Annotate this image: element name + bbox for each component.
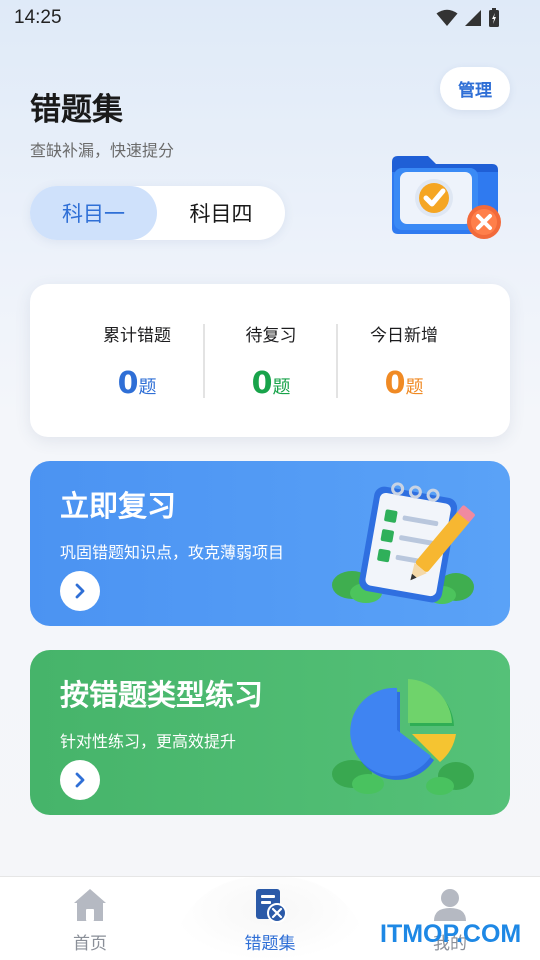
nav-item-wrong-questions[interactable]: 错题集 [180, 877, 360, 960]
card-description: 针对性练习，更高效提升 [60, 732, 237, 751]
tab-subject-four[interactable]: 科目四 [157, 186, 285, 240]
practice-by-type-card[interactable]: 按错题类型练习 针对性练习，更高效提升 [30, 650, 510, 815]
pie-chart-icon [332, 679, 474, 795]
home-icon [74, 889, 106, 921]
checklist-pencil-icon [332, 482, 475, 604]
stat-to-review: 待复习 0 题 [206, 284, 336, 437]
stat-divider [336, 324, 338, 398]
page-subtitle: 查缺补漏，快速提分 [30, 141, 175, 160]
wrong-questions-icon [256, 889, 287, 923]
tab-subject-one[interactable]: 科目一 [30, 186, 157, 240]
stat-label: 今日新增 [370, 326, 438, 346]
stat-number: 0 [251, 366, 273, 401]
stat-unit: 题 [405, 377, 424, 398]
page-title: 错题集 [30, 92, 123, 128]
stat-unit: 题 [138, 377, 157, 398]
review-now-button[interactable] [60, 571, 100, 611]
status-bar: 14:25 [0, 0, 540, 36]
subject-tabs: 科目一 科目四 [30, 186, 285, 240]
card-title: 立即复习 [60, 489, 177, 523]
stat-value: 0 题 [206, 366, 336, 401]
status-time: 14:25 [14, 7, 62, 28]
review-now-card[interactable]: 立即复习 巩固错题知识点，攻克薄弱项目 [30, 461, 510, 626]
stat-value: 0 题 [72, 366, 202, 401]
chevron-right-icon [75, 583, 85, 599]
watermark: ITMOP.COM [380, 920, 522, 948]
stat-number: 0 [384, 366, 406, 401]
stat-divider [203, 324, 205, 398]
card-description: 巩固错题知识点，攻克薄弱项目 [60, 543, 285, 562]
stats-card: 累计错题 0 题 待复习 0 题 今日新增 0 题 [30, 284, 510, 437]
folder-check-icon [392, 156, 501, 239]
stat-today-new: 今日新增 0 题 [339, 284, 469, 437]
stat-label: 待复习 [245, 326, 297, 346]
stat-total: 累计错题 0 题 [72, 284, 202, 437]
nav-label: 错题集 [244, 934, 296, 954]
signal-icon [465, 10, 481, 26]
status-icons [436, 8, 500, 28]
wifi-icon [436, 9, 458, 26]
battery-icon [489, 8, 499, 27]
user-icon [434, 889, 466, 921]
card-title: 按错题类型练习 [60, 678, 264, 712]
stat-number: 0 [117, 366, 139, 401]
stat-label: 累计错题 [103, 326, 171, 346]
nav-item-home[interactable]: 首页 [0, 877, 180, 960]
practice-by-type-button[interactable] [60, 760, 100, 800]
stat-value: 0 题 [339, 366, 469, 401]
stat-unit: 题 [272, 377, 291, 398]
manage-button[interactable]: 管理 [440, 67, 510, 110]
chevron-right-icon [75, 772, 85, 788]
nav-label: 首页 [73, 934, 107, 954]
